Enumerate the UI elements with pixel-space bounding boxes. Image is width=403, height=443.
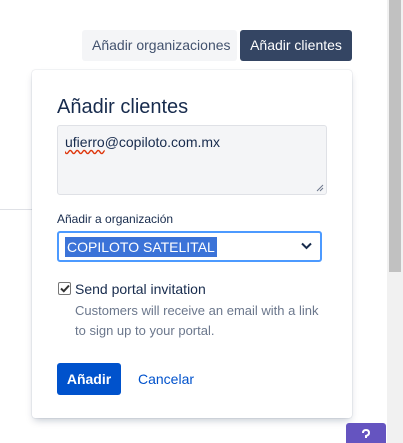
email-domain-text: @copiloto.com.mx bbox=[104, 134, 221, 150]
chevron-down-icon bbox=[301, 242, 312, 250]
add-button[interactable]: Añadir bbox=[57, 363, 121, 395]
page: Añadir organizaciones Añadir clientes Añ… bbox=[0, 0, 403, 443]
add-organizations-button[interactable]: Añadir organizaciones bbox=[82, 30, 237, 61]
organization-select[interactable]: COPILOTO SATELITAL bbox=[57, 231, 322, 262]
add-clients-dialog: Añadir clientes ufierro@copiloto.com.mx … bbox=[32, 70, 352, 418]
help-icon bbox=[362, 429, 371, 438]
email-user-text: ufierro bbox=[65, 134, 105, 150]
help-button[interactable] bbox=[346, 423, 386, 443]
send-invitation-label[interactable]: Send portal invitation bbox=[75, 281, 206, 297]
cancel-button[interactable]: Cancelar bbox=[131, 363, 201, 395]
send-invitation-checkbox[interactable] bbox=[58, 282, 71, 295]
send-invitation-help-text: Customers will receive an email with a l… bbox=[75, 303, 319, 338]
email-textarea[interactable]: ufierro@copiloto.com.mx bbox=[57, 125, 327, 195]
resize-grip-icon[interactable] bbox=[316, 184, 324, 192]
dialog-title: Añadir clientes bbox=[57, 96, 189, 118]
organization-select-value: COPILOTO SATELITAL bbox=[65, 236, 217, 257]
background-divider bbox=[0, 209, 33, 210]
scrollbar-thumb[interactable] bbox=[389, 0, 401, 272]
add-clients-button[interactable]: Añadir clientes bbox=[240, 30, 352, 61]
organization-field-label: Añadir a organización bbox=[57, 212, 174, 226]
checkmark-icon bbox=[59, 284, 70, 293]
